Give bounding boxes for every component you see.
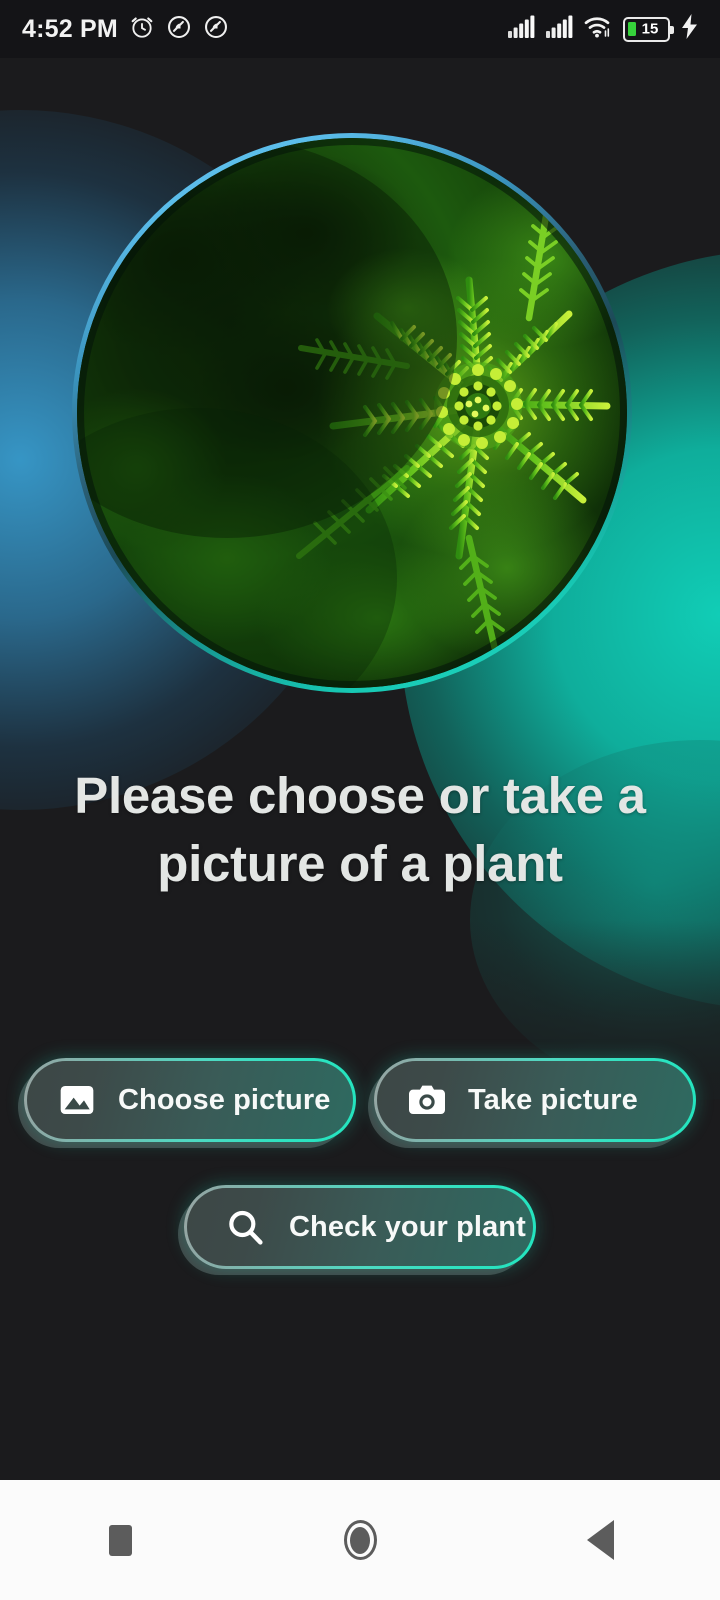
mute-icon (203, 14, 229, 45)
status-bar-right: 15 (508, 14, 698, 44)
alarm-clock-icon (129, 14, 155, 45)
signal-bars-sim1-icon (508, 15, 535, 43)
choose-picture-label: Choose picture (118, 1083, 331, 1116)
plant-image-circle[interactable] (72, 133, 632, 693)
primary-action-row: Choose picture Take picture (0, 1058, 720, 1142)
wifi-icon (584, 15, 612, 43)
check-plant-button-inner: Check your plant (187, 1188, 533, 1266)
charging-bolt-icon (681, 14, 698, 44)
back-button[interactable] (540, 1480, 660, 1600)
circle-icon (343, 1520, 377, 1560)
take-picture-button-inner: Take picture (377, 1061, 693, 1139)
square-icon (108, 1524, 132, 1556)
page-title: Please choose or take a picture of a pla… (74, 767, 646, 892)
status-bar: 4:52 PM 15 (0, 0, 720, 58)
choose-picture-button-inner: Choose picture (27, 1061, 353, 1139)
battery-percent-label: 15 (641, 20, 659, 38)
recents-button[interactable] (60, 1480, 180, 1600)
check-plant-label: Check your plant (289, 1210, 526, 1243)
choose-picture-button[interactable]: Choose picture (24, 1058, 356, 1142)
camera-icon (407, 1080, 447, 1120)
signal-bars-sim2-icon (546, 15, 573, 43)
home-button[interactable] (300, 1480, 420, 1600)
status-bar-left: 4:52 PM (22, 14, 229, 45)
phone-screen: 4:52 PM 15 Please choose or take a pictu… (0, 0, 720, 1600)
android-navigation-bar (0, 1480, 720, 1600)
dnd-icon (166, 14, 192, 45)
secondary-action-row: Check your plant (0, 1185, 720, 1269)
triangle-left-icon (586, 1520, 614, 1560)
take-picture-button[interactable]: Take picture (374, 1058, 696, 1142)
image-icon (57, 1080, 97, 1120)
search-icon (225, 1207, 265, 1247)
check-plant-button[interactable]: Check your plant (184, 1185, 536, 1269)
status-bar-clock: 4:52 PM (22, 14, 118, 43)
battery-icon: 15 (623, 16, 674, 42)
take-picture-label: Take picture (468, 1083, 638, 1116)
plant-photo (77, 138, 627, 688)
